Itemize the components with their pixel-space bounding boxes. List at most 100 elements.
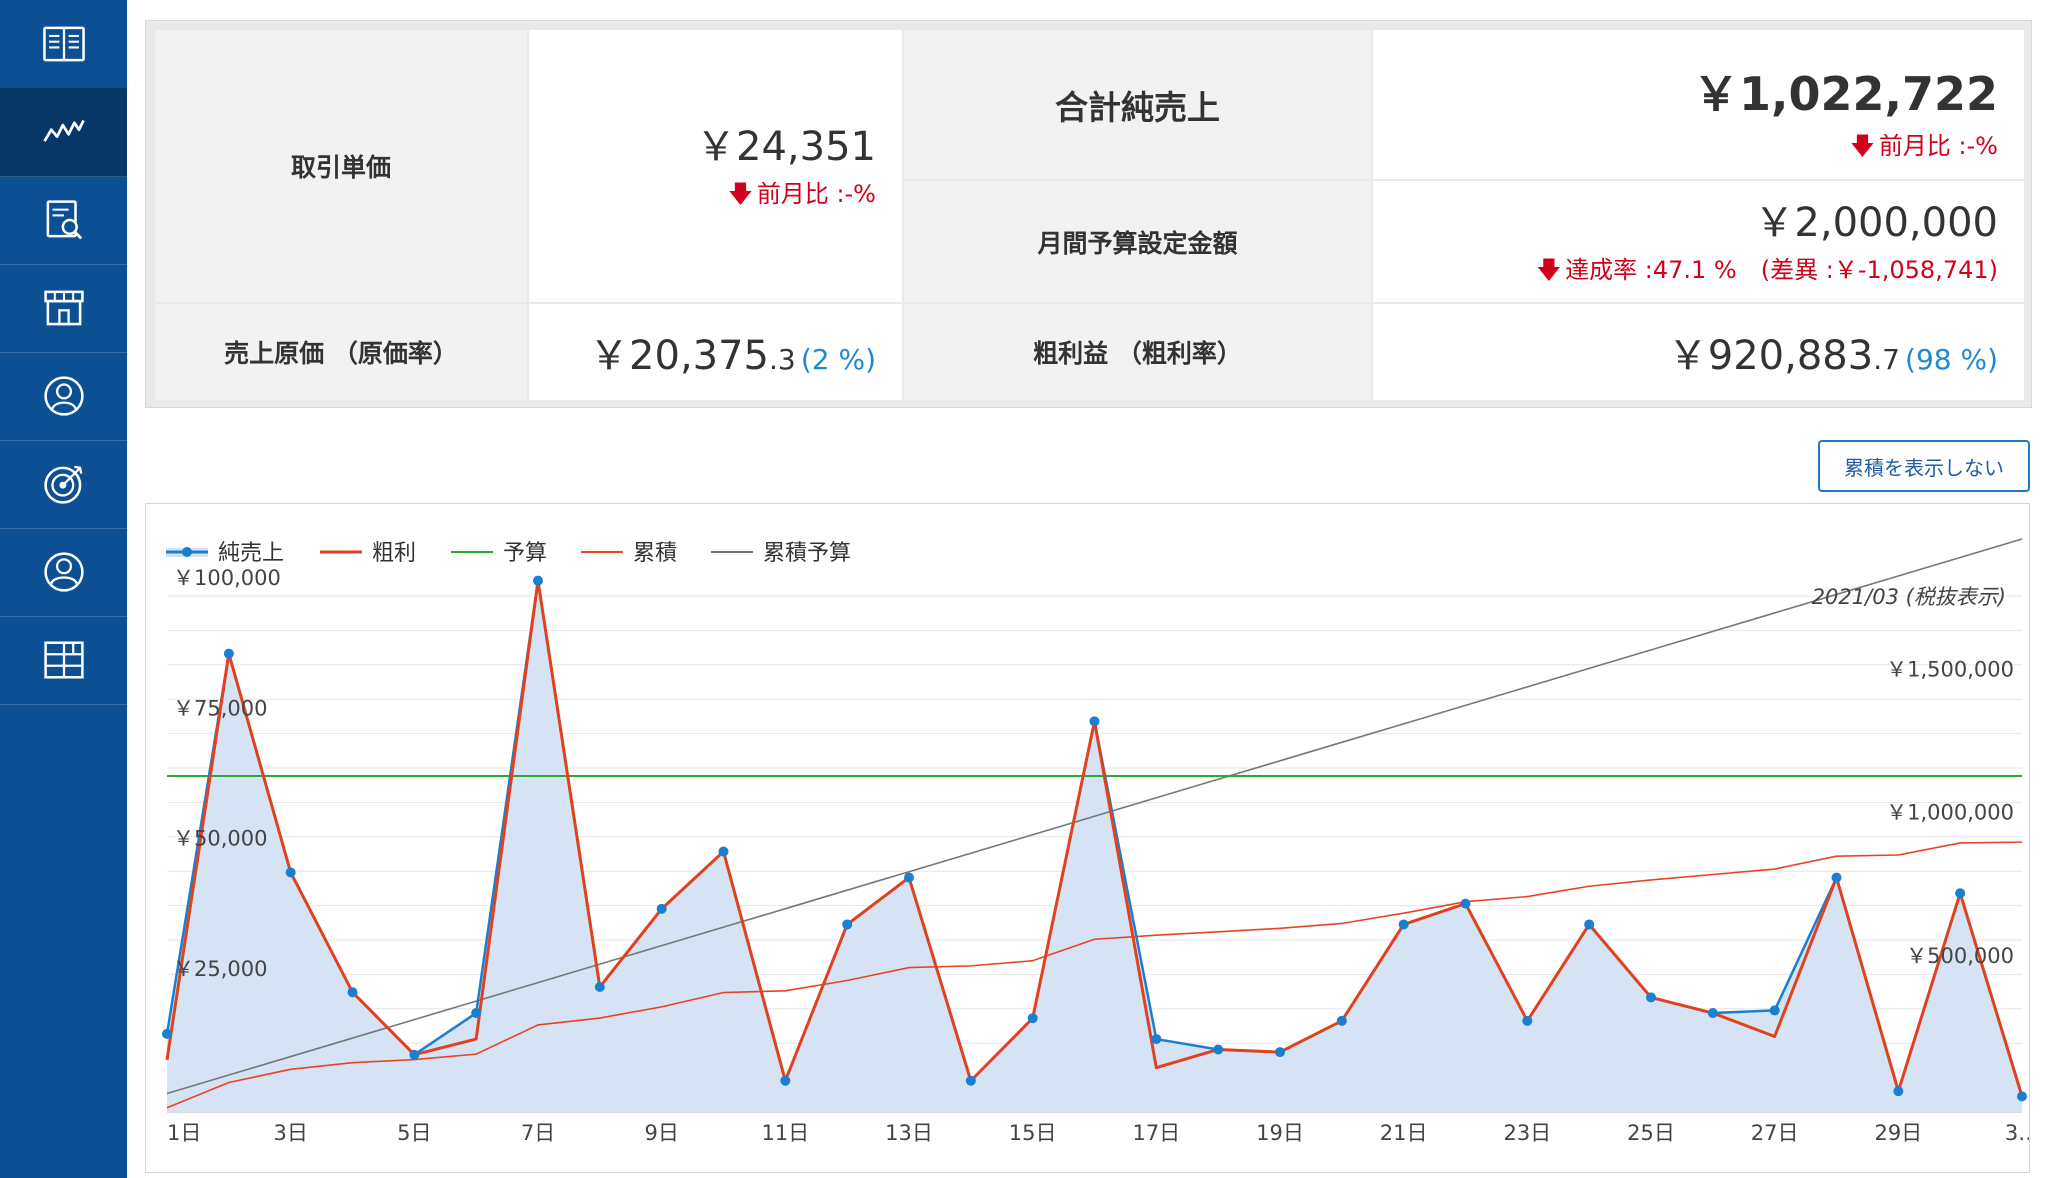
net-sales-point [1089,716,1100,727]
net-sales-change: 🡇 前月比 :-% [1693,126,1998,170]
net-sales-point [594,981,605,992]
x-axis-tick-label: 23日 [1503,1121,1551,1145]
target-icon [43,465,82,504]
net-sales-point [1213,1044,1224,1055]
net-sales-point [1707,1008,1718,1019]
net-sales-point [1336,1015,1347,1026]
net-sales-point [1831,872,1842,883]
net-sales-point [1460,898,1471,909]
cost-rate: (2 %) [800,343,876,376]
book-icon [42,26,85,62]
sidebar-item-store[interactable] [0,264,127,353]
net-sales-point [842,919,853,930]
sidebar-item-book[interactable] [0,0,127,89]
down-arrow-icon: 🡇 [728,180,753,208]
net-sales-point [1151,1034,1162,1045]
left-axis-tick-label: ￥25,000 [173,957,267,981]
x-axis-tick-label: 7日 [521,1121,555,1145]
user-badge-icon [43,376,84,416]
net-sales-point [1584,919,1595,930]
net-sales-point [718,846,729,857]
sidebar-item-grid[interactable] [0,616,127,705]
x-axis-tick-label: 13日 [885,1121,933,1145]
unit-price-value: ￥24,351 [696,124,876,170]
cost-cell: ￥20,375.3 (2 %) [529,304,902,400]
net-sales-value: ￥1,022,722 [1693,67,1998,121]
line-chart-icon [42,119,85,142]
legend-label: 予算 [503,541,547,566]
net-sales-point [2017,1091,2027,1102]
left-axis-tick-label: ￥50,000 [173,827,267,851]
x-axis-tick-label: 9日 [644,1121,678,1145]
x-axis-tick-label: 19日 [1256,1121,1304,1145]
x-axis-tick-label: 25日 [1627,1121,1675,1145]
net-sales-point [1398,919,1409,930]
net-sales-point [965,1075,976,1086]
grid-icon [43,641,84,679]
net-sales-area [167,580,2022,1112]
sidebar-item-user[interactable] [0,528,127,617]
left-axis-tick-label: ￥75,000 [173,696,267,720]
gross-profit-rate: (98 %) [1905,343,1998,376]
x-axis-tick-label: 29日 [1874,1121,1922,1145]
cost-value: ￥20,375.3 [589,333,796,379]
x-axis-tick-label: 3日 [273,1121,307,1145]
x-axis-tick-label: 15日 [1009,1121,1057,1145]
sales-chart: ￥25,000 ￥50,000 ￥75,000 ￥100,000 ￥500,000 ￥1,… [162,538,2039,1145]
x-axis-tick-label: 3… [2005,1121,2029,1145]
net-sales-point [223,648,234,659]
legend-label: 累積 [633,541,677,566]
right-axis-tick-label: ￥500,000 [1906,944,2014,968]
budget-cell: ￥2,000,000 🡇 達成率 :47.1 % (差異 :￥-1,058,741… [1373,181,2024,302]
down-arrow-icon: 🡇 [1850,132,1875,160]
unit-price-change: 🡇 前月比 :-% [696,174,876,218]
gross-profit-label: 粗利益 （粗利率） [904,304,1371,400]
net-sales-label: 合計純売上 [904,30,1371,179]
x-axis-tick-label: 11日 [761,1121,809,1145]
budget-achievement: 🡇 達成率 :47.1 % (差異 :￥-1,058,741) [1536,250,1998,294]
right-axis-tick-label: ￥1,500,000 [1886,657,2014,681]
left-axis-tick-label: ￥100,000 [173,566,281,590]
net-sales-point [1275,1047,1285,1058]
legend-label: 純売上 [218,541,284,566]
net-sales-point [1522,1015,1533,1026]
budget-value: ￥2,000,000 [1754,199,1998,246]
net-sales-point [471,1008,482,1019]
net-sales-point [780,1075,791,1086]
legend-swatch-point [182,547,192,557]
gross-profit-cell: ￥920,883.7 (98 %) [1373,304,2024,400]
store-icon [43,290,84,326]
chart-panel: ￥25,000 ￥50,000 ￥75,000 ￥100,000 ￥500,000 ￥1,… [145,503,2039,1173]
x-axis-tick-label: 27日 [1751,1121,1799,1145]
net-sales-point [409,1049,420,1060]
x-axis-tick-label: 5日 [397,1121,431,1145]
chart-annotation: 2021/03 (税抜表示) [1812,585,2006,609]
unit-price-cell: ￥24,351 🡇 前月比 :-% [529,30,902,302]
legend-label: 粗利 [372,541,416,566]
net-sales-point [347,987,358,998]
sidebar-item-customer[interactable] [0,352,127,441]
net-sales-point [904,872,914,883]
net-sales-point [162,1028,172,1039]
budget-label: 月間予算設定金額 [904,181,1371,302]
x-axis-tick-label: 1日 [167,1121,201,1145]
net-sales-point [533,575,543,586]
net-sales-point [1955,888,1966,899]
net-sales-point [1646,992,1656,1003]
sidebar-item-target[interactable] [0,440,127,529]
user-icon [43,552,84,592]
legend-label: 累積予算 [763,541,851,566]
sidebar-item-analytics[interactable] [0,88,127,177]
net-sales-point [656,903,667,914]
net-sales-point [285,867,296,878]
unit-price-label: 取引単価 [155,30,527,302]
down-arrow-icon: 🡇 [1536,255,1562,284]
hide-cumulative-button[interactable]: 累積を表示しない [1818,440,2030,492]
sidebar [0,0,127,1178]
x-axis-tick-label: 21日 [1380,1121,1428,1145]
gross-profit-value: ￥920,883.7 [1667,333,1900,379]
cost-label: 売上原価 （原価率） [155,304,527,400]
net-sales-point [1769,1005,1780,1016]
report-search-icon [46,200,82,240]
sidebar-item-report[interactable] [0,176,127,265]
